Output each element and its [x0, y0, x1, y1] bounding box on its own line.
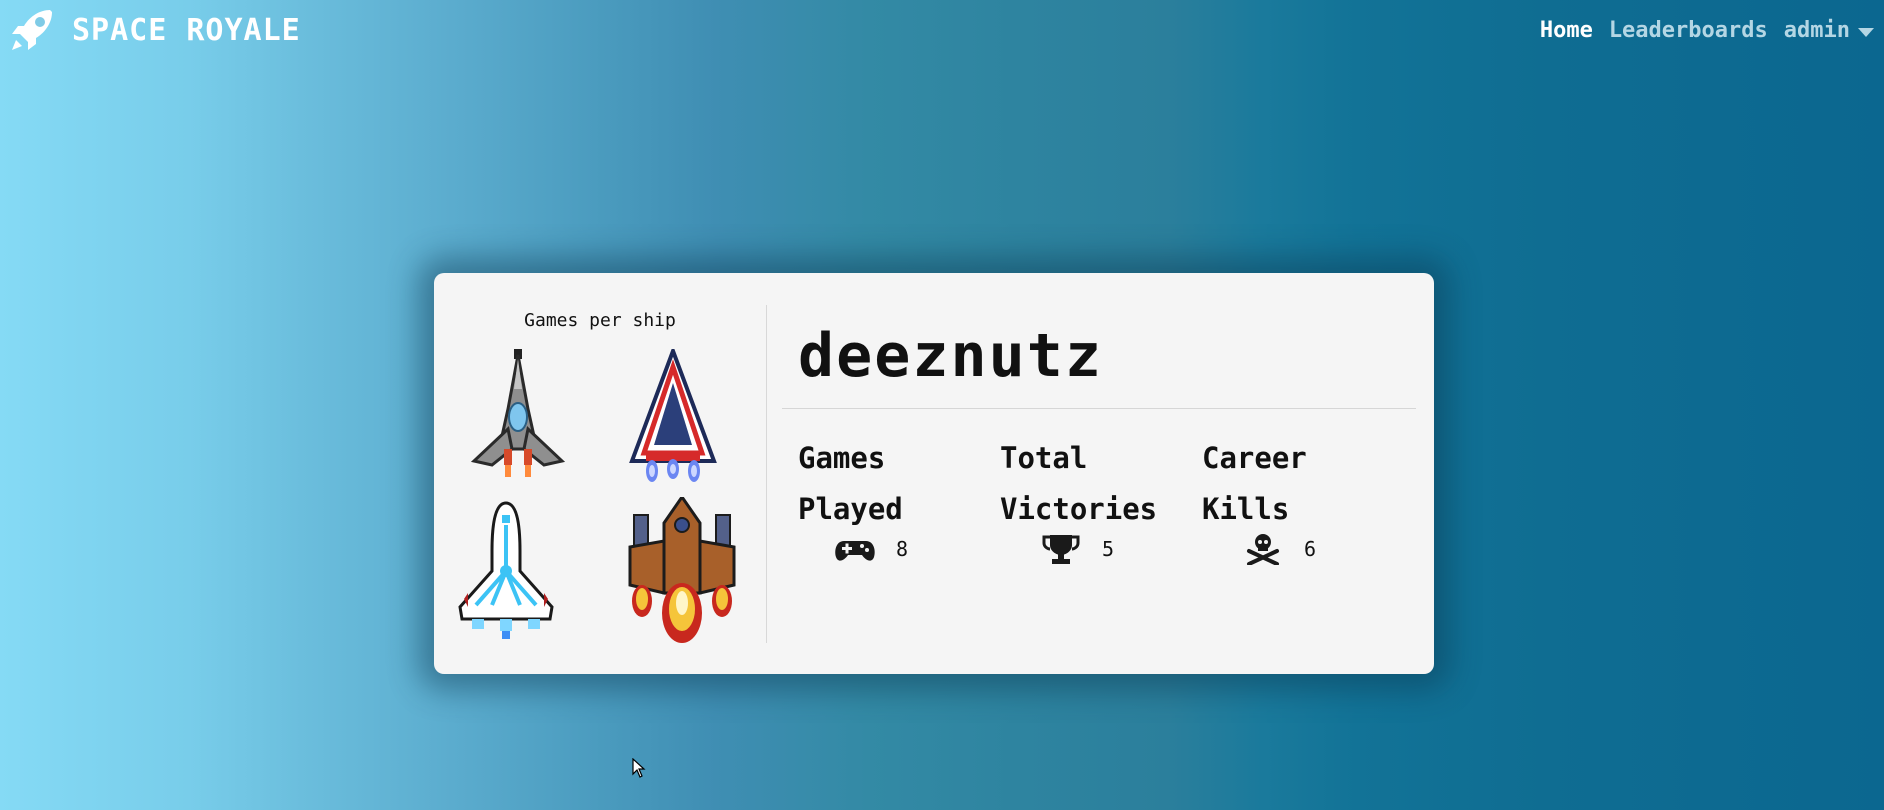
- brand[interactable]: SPACE ROYALE: [6, 4, 301, 56]
- brown-ship-icon: [628, 497, 736, 643]
- rocket-icon: [12, 10, 52, 50]
- mouse-cursor-icon: [632, 758, 646, 778]
- stat-career-kills: Career Kills 6: [1202, 433, 1402, 565]
- white-blue-ship-icon: [458, 501, 554, 639]
- stat-total-victories: Total Victories 5: [1000, 433, 1200, 565]
- gamepad-icon: [835, 541, 875, 561]
- stat-label: Total: [1000, 441, 1088, 475]
- navbar: SPACE ROYALE Home Leaderboards admin: [0, 0, 1884, 70]
- stat-value-row: 8: [798, 533, 998, 565]
- stat-label: Kills: [1202, 492, 1290, 526]
- trophy-icon: [1042, 535, 1080, 564]
- stat-label: Played: [798, 492, 903, 526]
- stat-value: 6: [1304, 537, 1317, 561]
- stat-value: 5: [1102, 537, 1115, 561]
- chevron-down-icon: [1858, 28, 1874, 37]
- stat-value-row: 5: [1000, 533, 1200, 565]
- grey-ship-icon: [470, 349, 566, 477]
- stat-games-played: Games Played 8: [798, 433, 998, 565]
- nav-home[interactable]: Home: [1540, 18, 1593, 43]
- skull-crossbones-icon: [1247, 534, 1279, 565]
- stat-label: Games: [798, 441, 886, 475]
- stat-value-row: 6: [1202, 533, 1402, 565]
- stat-label: Career: [1202, 441, 1307, 475]
- stat-label: Victories: [1000, 492, 1158, 526]
- user-menu-label: admin: [1783, 18, 1850, 43]
- user-menu-dropdown[interactable]: admin: [1784, 18, 1874, 43]
- nav-leaderboards[interactable]: Leaderboards: [1609, 18, 1768, 43]
- nav-links: Home Leaderboards admin: [1524, 18, 1874, 43]
- ships-panel: Games per ship: [434, 273, 766, 674]
- username: deeznutz: [798, 321, 1103, 391]
- stat-value: 8: [896, 537, 909, 561]
- profile-details: deeznutz Games Played 8 Total Victories: [782, 273, 1422, 674]
- red-triangle-ship-icon: [629, 349, 717, 482]
- horizontal-divider: [782, 408, 1416, 409]
- vertical-divider: [766, 305, 767, 643]
- brand-title: SPACE ROYALE: [72, 12, 301, 48]
- profile-card: Games per ship deeznutz Games Played 8 T…: [434, 273, 1434, 674]
- ships-title: Games per ship: [524, 310, 676, 331]
